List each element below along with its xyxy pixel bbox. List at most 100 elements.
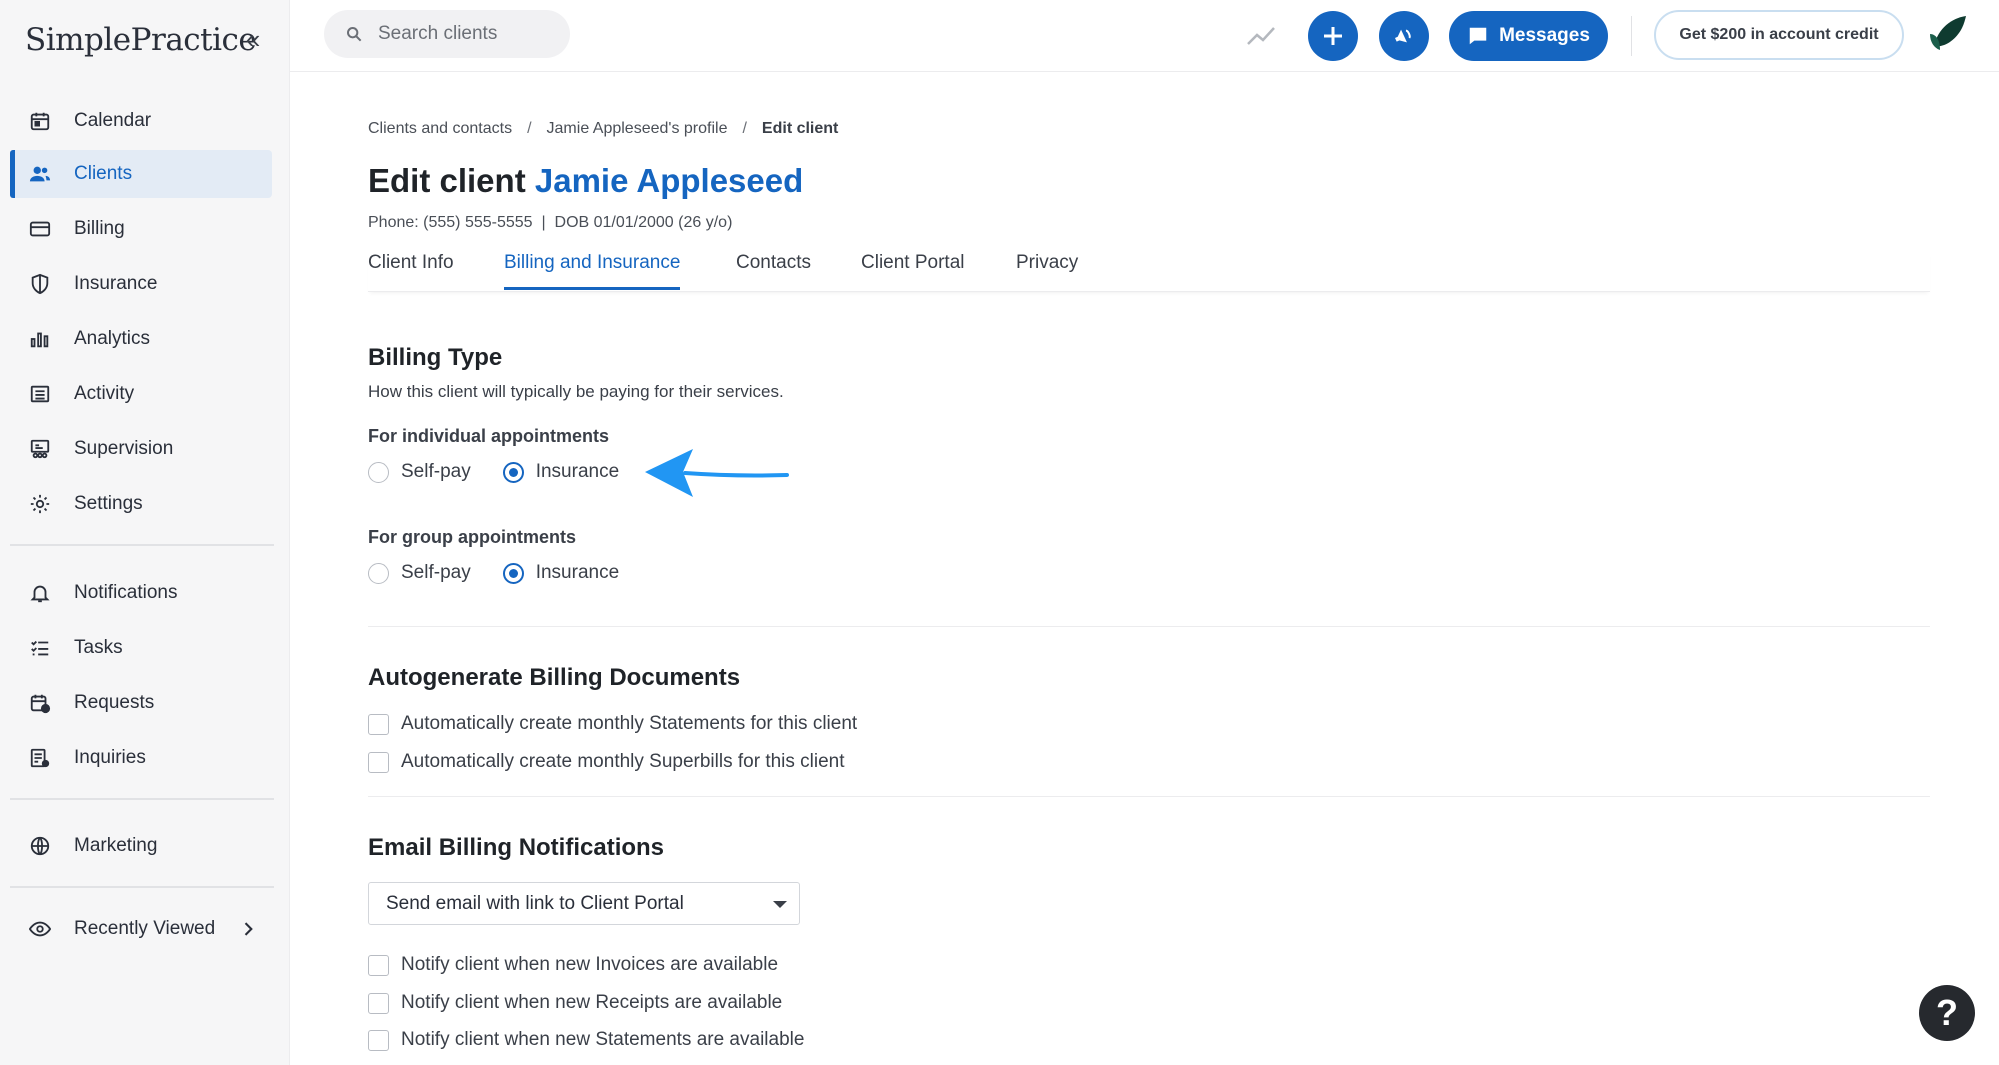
individual-insurance-option[interactable]: Insurance xyxy=(502,461,620,483)
sidebar-item-recently-viewed[interactable]: Recently Viewed xyxy=(10,905,272,953)
sidebar-item-label: Tasks xyxy=(74,637,123,658)
shield-icon xyxy=(28,272,52,296)
chat-icon xyxy=(1469,27,1487,45)
checkbox[interactable] xyxy=(368,954,389,976)
radio-label: Self-pay xyxy=(401,562,471,583)
sidebar-divider xyxy=(10,544,274,546)
trend-icon[interactable] xyxy=(1246,20,1276,53)
checklist-icon xyxy=(28,636,52,660)
radio-label: Insurance xyxy=(535,461,620,482)
sidebar: SimplePractice « Calendar Clients Billin… xyxy=(0,0,290,1065)
tab-privacy[interactable]: Privacy xyxy=(1016,252,1078,290)
collapse-sidebar-button[interactable]: « xyxy=(240,26,266,54)
group-billing-radio-group: Self-pay Insurance xyxy=(368,562,651,584)
topbar-divider xyxy=(1631,16,1632,56)
sidebar-divider xyxy=(10,798,274,800)
sidebar-item-label: Requests xyxy=(74,692,155,713)
breadcrumb-profile-link[interactable]: Jamie Appleseed's profile xyxy=(547,120,728,138)
group-appointments-label: For group appointments xyxy=(368,527,576,547)
client-name-link[interactable]: Jamie Appleseed xyxy=(535,162,803,199)
sidebar-item-label: Billing xyxy=(74,218,125,239)
billing-type-title: Billing Type xyxy=(368,344,503,371)
client-subinfo: Phone: (555) 555-5555 | DOB 01/01/2000 (… xyxy=(368,214,733,231)
globe-icon xyxy=(28,834,52,858)
billing-type-description: How this client will typically be paying… xyxy=(368,382,784,401)
list-icon xyxy=(28,382,52,406)
checkbox[interactable] xyxy=(368,1029,389,1051)
tab-billing-and-insurance[interactable]: Billing and Insurance xyxy=(504,252,681,290)
breadcrumb-clients-link[interactable]: Clients and contacts xyxy=(368,120,512,138)
notify-receipts-checkbox-row[interactable]: Notify client when new Receipts are avai… xyxy=(368,992,782,1014)
messages-button[interactable]: Messages xyxy=(1449,11,1608,61)
sidebar-item-marketing[interactable]: Marketing xyxy=(10,822,272,870)
email-notifications-title: Email Billing Notifications xyxy=(368,834,665,861)
checkbox-label: Automatically create monthly Statements … xyxy=(401,713,858,734)
checkbox[interactable] xyxy=(368,713,389,735)
radio-button[interactable] xyxy=(368,461,389,483)
tab-client-info[interactable]: Client Info xyxy=(368,252,454,290)
sidebar-item-label: Notifications xyxy=(74,582,178,603)
tab-contacts[interactable]: Contacts xyxy=(736,252,811,290)
sidebar-item-activity[interactable]: Activity xyxy=(10,370,272,418)
sidebar-item-label: Activity xyxy=(74,383,135,404)
auto-statements-checkbox-row[interactable]: Automatically create monthly Statements … xyxy=(368,713,857,735)
sidebar-item-settings[interactable]: Settings xyxy=(10,480,272,528)
sidebar-item-label: Inquiries xyxy=(74,747,146,768)
sidebar-item-requests[interactable]: Requests xyxy=(10,679,272,727)
radio-button-checked[interactable] xyxy=(502,461,524,483)
sidebar-item-calendar[interactable]: Calendar xyxy=(10,97,272,145)
search-placeholder: Search clients xyxy=(378,23,498,44)
leaf-logo-icon[interactable] xyxy=(1926,12,1970,61)
sidebar-item-clients[interactable]: Clients xyxy=(10,150,272,198)
sidebar-item-supervision[interactable]: Supervision xyxy=(10,425,272,473)
caret-down-icon xyxy=(773,901,787,908)
section-divider xyxy=(368,626,1930,627)
radio-button-checked[interactable] xyxy=(502,562,524,584)
calendar-clock-icon xyxy=(28,691,52,715)
sidebar-divider xyxy=(10,886,274,888)
tab-client-portal[interactable]: Client Portal xyxy=(861,252,965,290)
plus-icon xyxy=(1324,27,1342,45)
checkbox-label: Notify client when new Statements are av… xyxy=(401,1029,805,1050)
select-value: Send email with link to Client Portal xyxy=(386,892,684,914)
email-method-select[interactable]: Send email with link to Client Portal xyxy=(368,882,800,925)
credit-card-icon xyxy=(28,217,52,241)
group-self-pay-option[interactable]: Self-pay xyxy=(368,562,471,584)
sidebar-item-inquiries[interactable]: Inquiries xyxy=(10,734,272,782)
sidebar-item-billing[interactable]: Billing xyxy=(10,205,272,253)
checkbox-label: Notify client when new Invoices are avai… xyxy=(401,954,779,975)
individual-appointments-label: For individual appointments xyxy=(368,426,610,446)
breadcrumb-current: Edit client xyxy=(761,120,839,137)
sidebar-item-insurance[interactable]: Insurance xyxy=(10,260,272,308)
search-icon xyxy=(347,27,362,42)
radio-label: Insurance xyxy=(535,562,620,583)
breadcrumb: Clients and contacts / Jamie Appleseed's… xyxy=(368,120,838,138)
annotation-arrow-icon xyxy=(643,445,791,506)
checkbox[interactable] xyxy=(368,751,389,773)
group-insurance-option[interactable]: Insurance xyxy=(502,562,620,584)
sidebar-item-label: Supervision xyxy=(74,438,174,459)
autogenerate-title: Autogenerate Billing Documents xyxy=(368,664,741,691)
simplepractice-logo[interactable]: SimplePractice xyxy=(25,22,257,58)
messages-label: Messages xyxy=(1499,25,1590,46)
account-credit-button[interactable]: Get $200 in account credit xyxy=(1654,10,1904,60)
notify-invoices-checkbox-row[interactable]: Notify client when new Invoices are avai… xyxy=(368,954,778,976)
sidebar-item-label: Insurance xyxy=(74,273,158,294)
sidebar-item-tasks[interactable]: Tasks xyxy=(10,624,272,672)
announcements-button[interactable] xyxy=(1379,11,1429,61)
checkbox[interactable] xyxy=(368,992,389,1014)
individual-self-pay-option[interactable]: Self-pay xyxy=(368,461,471,483)
chevron-right-icon xyxy=(238,919,258,945)
notify-statements-checkbox-row[interactable]: Notify client when new Statements are av… xyxy=(368,1029,804,1051)
help-button[interactable]: ? xyxy=(1919,985,1975,1041)
eye-icon xyxy=(28,917,52,941)
sidebar-item-notifications[interactable]: Notifications xyxy=(10,569,272,617)
section-divider xyxy=(368,796,1930,797)
radio-button[interactable] xyxy=(368,562,389,584)
auto-superbills-checkbox-row[interactable]: Automatically create monthly Superbills … xyxy=(368,751,845,773)
page-title-prefix: Edit client xyxy=(368,162,526,199)
sidebar-item-analytics[interactable]: Analytics xyxy=(10,315,272,363)
search-input[interactable]: Search clients xyxy=(324,10,570,58)
calendar-icon xyxy=(28,109,52,133)
add-button[interactable] xyxy=(1308,11,1358,61)
